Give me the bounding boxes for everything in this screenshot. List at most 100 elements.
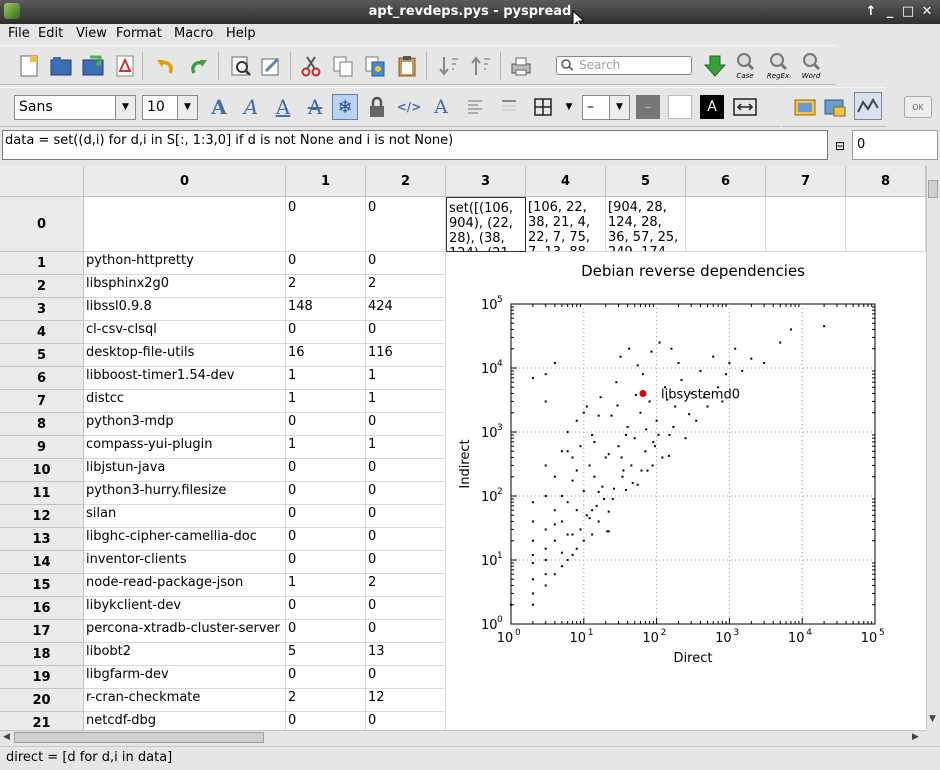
row-header[interactable]: 4 <box>0 321 84 344</box>
copy-icon[interactable] <box>330 53 356 79</box>
vertical-scrollbar[interactable]: ▼ <box>926 166 938 730</box>
indirect-count-cell[interactable]: 0 <box>366 505 446 528</box>
menu-help[interactable]: Help <box>226 26 256 41</box>
undo-icon[interactable] <box>152 53 178 79</box>
borders-dropdown-icon[interactable]: ▼ <box>556 94 582 120</box>
horizontal-scrollbar[interactable]: ◀ ▶ <box>0 730 926 744</box>
redo-icon[interactable] <box>186 53 212 79</box>
row-header[interactable]: 8 <box>0 413 84 436</box>
row-header[interactable]: 18 <box>0 643 84 666</box>
row-header[interactable]: 1 <box>0 252 84 275</box>
search-input[interactable]: Search <box>556 56 692 75</box>
open-file-icon[interactable] <box>48 53 74 79</box>
row-header[interactable]: 13 <box>0 528 84 551</box>
bold-icon[interactable]: A <box>206 94 232 120</box>
scroll-down-icon[interactable]: ▼ <box>929 714 936 724</box>
column-header[interactable]: 6 <box>686 166 766 197</box>
package-name-cell[interactable]: inventor-clients <box>84 551 286 574</box>
row-header[interactable]: 3 <box>0 298 84 321</box>
row-header[interactable]: 6 <box>0 367 84 390</box>
row-header[interactable]: 16 <box>0 597 84 620</box>
package-name-cell[interactable]: netcdf-dbg <box>84 712 286 730</box>
cut-icon[interactable] <box>298 53 324 79</box>
indirect-count-cell[interactable]: 0 <box>366 666 446 689</box>
row-header[interactable]: 14 <box>0 551 84 574</box>
direct-count-cell[interactable]: 0 <box>286 482 366 505</box>
row-header[interactable]: 7 <box>0 390 84 413</box>
direct-count-cell[interactable]: 0 <box>286 321 366 344</box>
direct-count-cell[interactable]: 148 <box>286 298 366 321</box>
italic-icon[interactable]: A <box>238 94 264 120</box>
column-header[interactable]: 4 <box>526 166 606 197</box>
direct-count-cell[interactable]: 0 <box>286 413 366 436</box>
direct-count-cell[interactable]: 1 <box>286 574 366 597</box>
package-name-cell[interactable]: libgfarm-dev <box>84 666 286 689</box>
row-header[interactable]: 2 <box>0 275 84 298</box>
package-name-cell[interactable]: python-httpretty <box>84 252 286 275</box>
sort-descending-icon[interactable] <box>468 53 494 79</box>
indirect-count-cell[interactable]: 0 <box>366 482 446 505</box>
regex-toggle[interactable]: RegEx <box>764 52 792 82</box>
row-header[interactable]: 15 <box>0 574 84 597</box>
font-family-dropdown-icon[interactable]: ▼ <box>116 95 136 120</box>
package-name-cell[interactable]: distcc <box>84 390 286 413</box>
direct-count-cell[interactable]: 0 <box>286 597 366 620</box>
package-name-cell[interactable]: libghc-cipher-camellia-doc <box>84 528 286 551</box>
cell-0-0[interactable] <box>84 197 286 252</box>
package-name-cell[interactable]: python3-hurry.filesize <box>84 482 286 505</box>
indirect-count-cell[interactable]: 0 <box>366 620 446 643</box>
word-toggle[interactable]: Word <box>798 52 824 82</box>
background-color-icon[interactable] <box>668 95 692 119</box>
indirect-count-cell[interactable]: 1 <box>366 390 446 413</box>
indirect-count-cell[interactable]: 0 <box>366 321 446 344</box>
line-color-icon[interactable]: – <box>636 95 660 119</box>
cell-0-8[interactable] <box>846 197 926 252</box>
direct-count-cell[interactable]: 0 <box>286 712 366 730</box>
row-header[interactable]: 0 <box>0 197 84 252</box>
grid-corner[interactable] <box>0 166 84 197</box>
menu-format[interactable]: Format <box>116 26 162 41</box>
font-size-dropdown-icon[interactable]: ▼ <box>178 95 198 120</box>
indirect-count-cell[interactable]: 0 <box>366 528 446 551</box>
borders-icon[interactable] <box>530 94 556 120</box>
align-top-icon[interactable] <box>496 94 522 120</box>
indirect-count-cell[interactable]: 1 <box>366 367 446 390</box>
direct-count-cell[interactable]: 0 <box>286 528 366 551</box>
direct-count-cell[interactable]: 0 <box>286 620 366 643</box>
row-header[interactable]: 10 <box>0 459 84 482</box>
merge-cells-icon[interactable] <box>732 94 758 120</box>
indirect-count-cell[interactable]: 0 <box>366 597 446 620</box>
table-choice-field[interactable]: 0 <box>852 130 938 160</box>
window-up-icon[interactable]: ↑ <box>863 4 879 20</box>
direct-count-cell[interactable]: 16 <box>286 344 366 367</box>
package-name-cell[interactable]: desktop-file-utils <box>84 344 286 367</box>
export-pdf-icon[interactable] <box>112 53 138 79</box>
scroll-right-icon[interactable]: ▶ <box>912 732 919 742</box>
direct-count-cell[interactable]: 1 <box>286 436 366 459</box>
preferences-icon[interactable] <box>258 53 284 79</box>
close-icon[interactable]: ✕ <box>919 4 935 20</box>
cell-0-4[interactable]: [106, 22, 38, 21, 4, 22, 7, 75, 7, 13, 8… <box>526 197 606 252</box>
package-name-cell[interactable]: percona-xtradb-cluster-server <box>84 620 286 643</box>
direct-count-cell[interactable]: 5 <box>286 643 366 666</box>
justify-left-icon[interactable] <box>462 94 488 120</box>
indirect-count-cell[interactable]: 116 <box>366 344 446 367</box>
indirect-count-cell[interactable]: 2 <box>366 574 446 597</box>
text-color-icon[interactable]: A <box>700 95 724 119</box>
row-header[interactable]: 5 <box>0 344 84 367</box>
package-name-cell[interactable]: libobt2 <box>84 643 286 666</box>
direct-count-cell[interactable]: 1 <box>286 390 366 413</box>
row-header[interactable]: 21 <box>0 712 84 730</box>
maximize-icon[interactable]: □ <box>900 4 916 20</box>
direct-count-cell[interactable]: 0 <box>286 666 366 689</box>
menu-edit[interactable]: Edit <box>38 26 63 41</box>
column-header[interactable]: 3 <box>446 166 526 197</box>
row-header[interactable]: 11 <box>0 482 84 505</box>
direct-count-cell[interactable]: 0 <box>286 505 366 528</box>
row-header[interactable]: 9 <box>0 436 84 459</box>
indirect-count-cell[interactable]: 0 <box>366 551 446 574</box>
minimize-icon[interactable]: _ <box>882 4 898 20</box>
spreadsheet-grid[interactable]: 0 0 0 set([(106, 904), (22, 28), (38, 12… <box>0 166 926 730</box>
case-toggle[interactable]: Case <box>732 52 758 82</box>
indirect-count-cell[interactable]: 0 <box>366 252 446 275</box>
